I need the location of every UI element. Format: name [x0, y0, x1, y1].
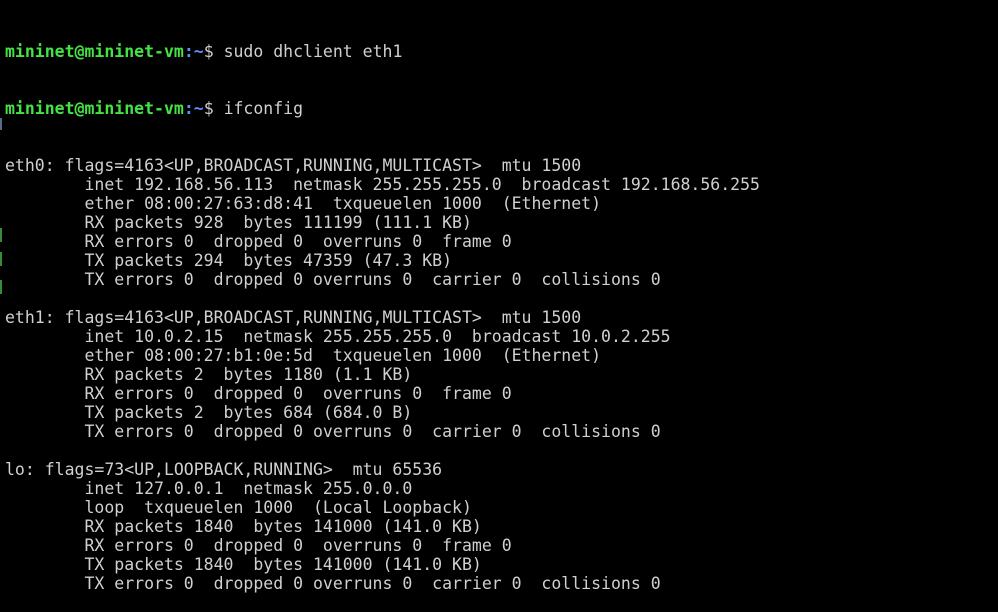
prompt-symbol: $	[203, 42, 224, 61]
output-line: inet 192.168.56.113 netmask 255.255.255.…	[5, 175, 760, 194]
output-line: inet 10.0.2.15 netmask 255.255.255.0 bro…	[5, 327, 671, 346]
command-text: ifconfig	[223, 99, 304, 118]
terminal-window[interactable]: mininet@mininet-vm:~$ sudo dhclient eth1…	[0, 0, 998, 593]
output-line: RX errors 0 dropped 0 overruns 0 frame 0	[5, 536, 512, 555]
edge-artifact	[0, 252, 2, 266]
output-line: ether 08:00:27:b1:0e:5d txqueuelen 1000 …	[5, 346, 602, 365]
prompt-path: :~	[183, 99, 204, 118]
output-line: RX packets 1840 bytes 141000 (141.0 KB)	[5, 517, 482, 536]
window-left-edge	[0, 0, 2, 497]
output-line: lo: flags=73<UP,LOOPBACK,RUNNING> mtu 65…	[5, 460, 443, 479]
output-line: TX packets 2 bytes 684 (684.0 B)	[5, 403, 413, 422]
command-output: eth0: flags=4163<UP,BROADCAST,RUNNING,MU…	[5, 156, 998, 593]
output-line: TX errors 0 dropped 0 overruns 0 carrier…	[5, 422, 661, 441]
output-line: eth1: flags=4163<UP,BROADCAST,RUNNING,MU…	[5, 308, 582, 327]
edge-artifact	[0, 280, 2, 294]
output-line: eth0: flags=4163<UP,BROADCAST,RUNNING,MU…	[5, 156, 582, 175]
prompt-user-host: mininet@mininet-vm	[5, 99, 184, 118]
prompt-line: mininet@mininet-vm:~$ sudo dhclient eth1	[5, 42, 998, 61]
output-line: TX errors 0 dropped 0 overruns 0 carrier…	[5, 574, 661, 593]
output-line: TX packets 294 bytes 47359 (47.3 KB)	[5, 251, 453, 270]
edge-artifact	[0, 118, 2, 130]
output-line: RX packets 928 bytes 111199 (111.1 KB)	[5, 213, 472, 232]
output-line: TX errors 0 dropped 0 overruns 0 carrier…	[5, 270, 661, 289]
output-line: loop txqueuelen 1000 (Local Loopback)	[5, 498, 472, 517]
prompt-path: :~	[183, 42, 204, 61]
edge-artifact	[0, 228, 2, 242]
output-line: RX errors 0 dropped 0 overruns 0 frame 0	[5, 384, 512, 403]
output-line: ether 08:00:27:63:d8:41 txqueuelen 1000 …	[5, 194, 602, 213]
prompt-symbol: $	[203, 99, 224, 118]
prompt-user-host: mininet@mininet-vm	[5, 42, 184, 61]
prompt-line: mininet@mininet-vm:~$ ifconfig	[5, 99, 998, 118]
command-text: sudo dhclient eth1	[223, 42, 403, 61]
output-line: RX packets 2 bytes 1180 (1.1 KB)	[5, 365, 413, 384]
output-line: RX errors 0 dropped 0 overruns 0 frame 0	[5, 232, 512, 251]
output-line: TX packets 1840 bytes 141000 (141.0 KB)	[5, 555, 482, 574]
output-line: inet 127.0.0.1 netmask 255.0.0.0	[5, 479, 413, 498]
